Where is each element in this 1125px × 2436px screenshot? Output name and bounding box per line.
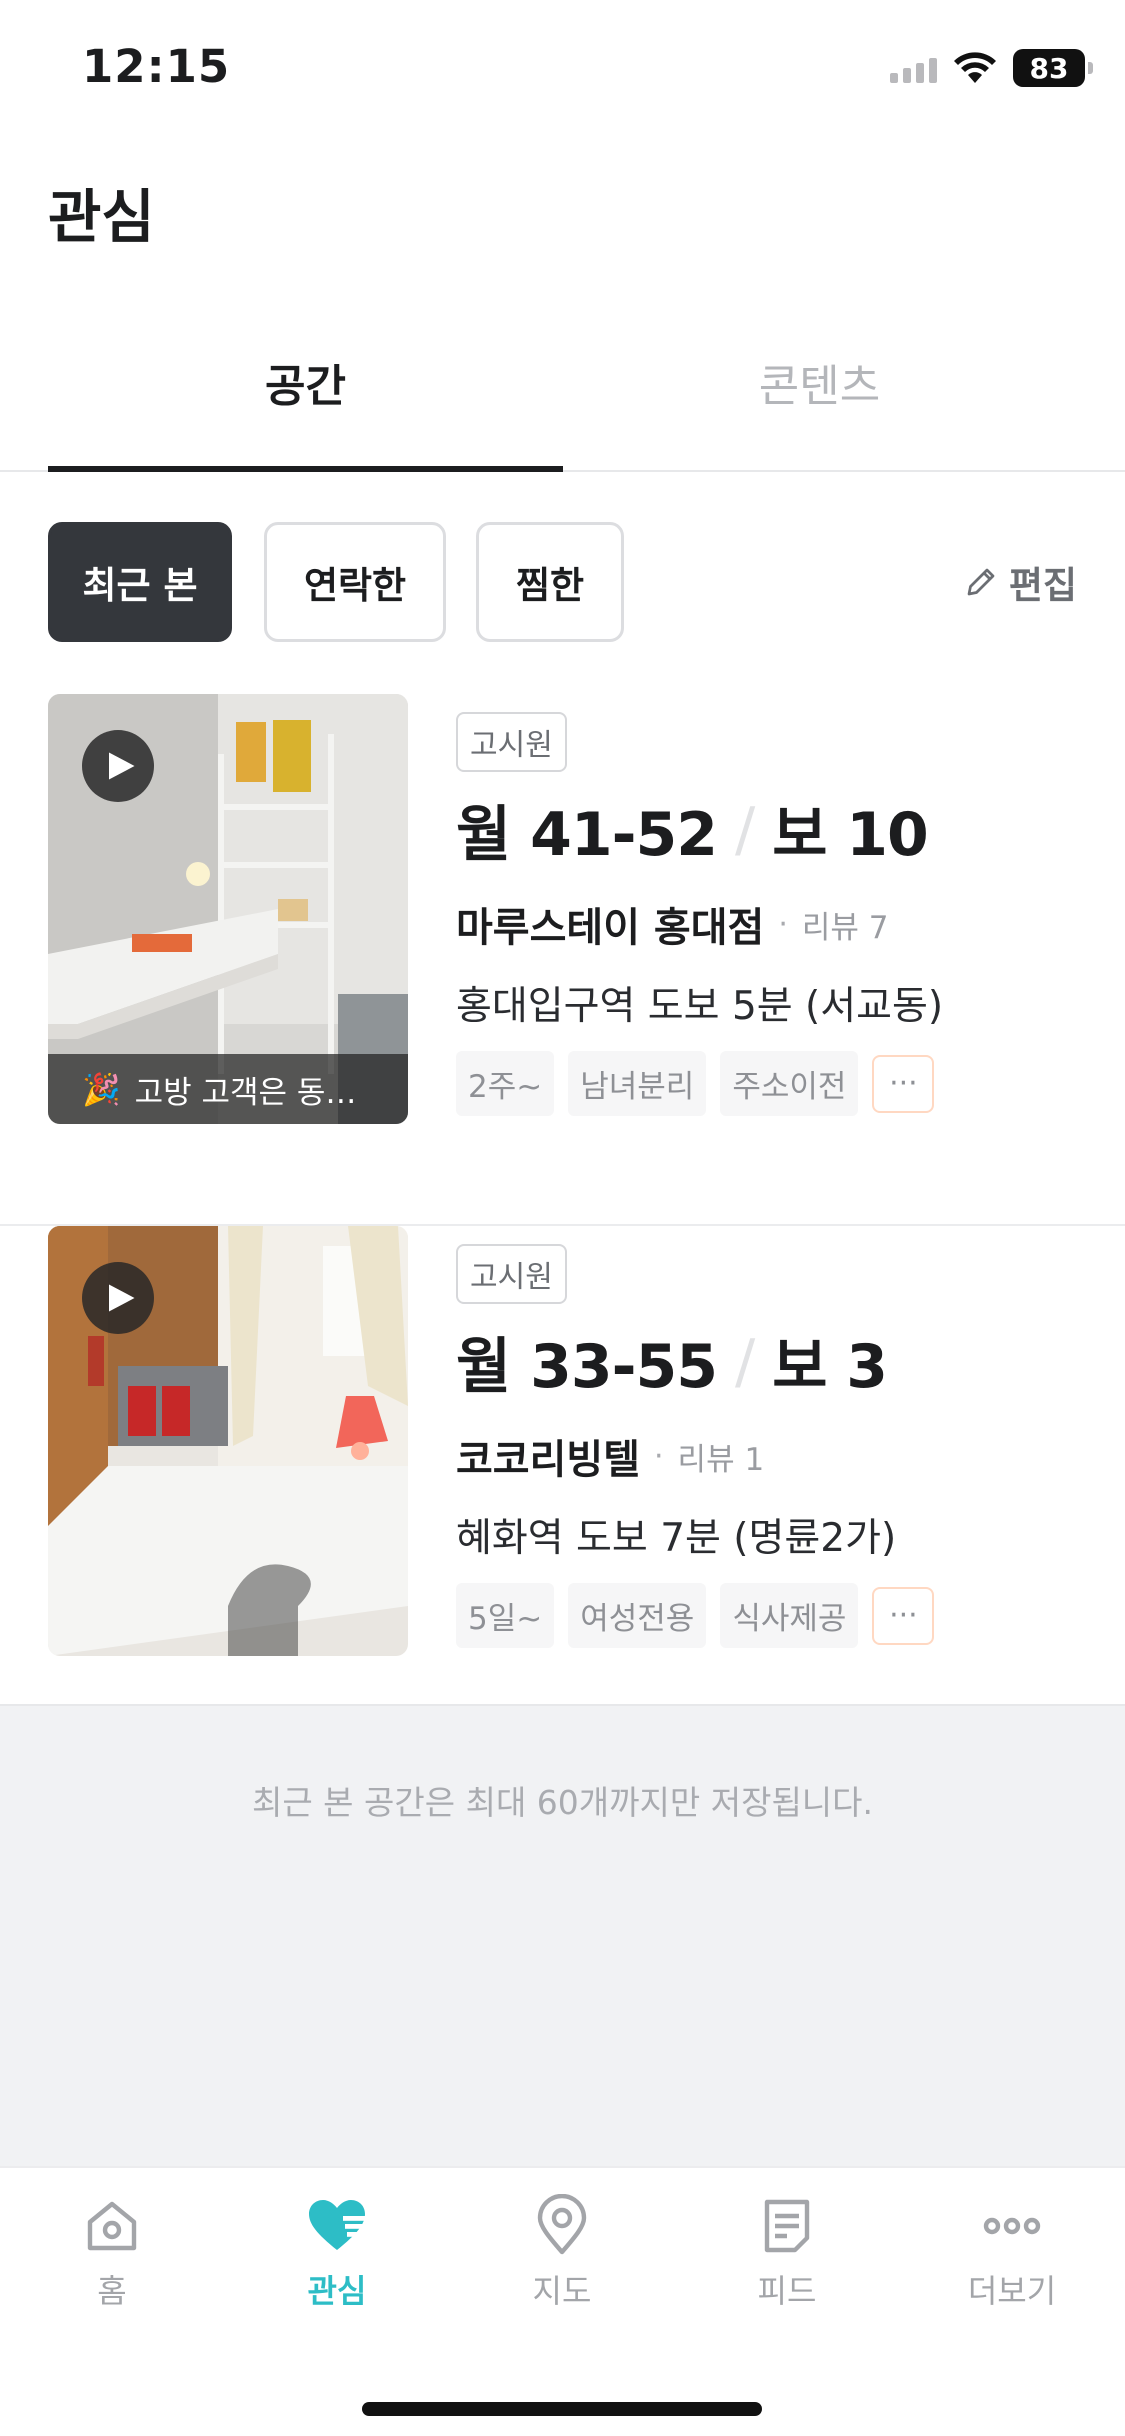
map-pin-icon (537, 2194, 587, 2255)
page-title: 관심 (48, 183, 155, 251)
listing-location: 혜화역 도보 7분 (명륜2가) (456, 1516, 897, 1561)
status-icons: 83 (890, 48, 1093, 88)
type-badge: 고시원 (456, 1244, 567, 1304)
listing-info: 고시원 월 33-55 / 보 3 코코리빙텔 · 리뷰 1 혜화역 도보 7분… (456, 1244, 1096, 1648)
type-badge: 고시원 (456, 712, 567, 772)
filter-chip-contacted[interactable]: 연락한 (264, 522, 446, 642)
listing-thumbnail[interactable]: 🎉 고방 고객은 동… (48, 694, 408, 1124)
more-icon (983, 2217, 1041, 2235)
listing-info: 고시원 월 41-52 / 보 10 마루스테이 홍대점 · 리뷰 7 홍대입구… (456, 712, 1096, 1116)
tag-list: 2주~ 남녀분리 주소이전 ··· (456, 1051, 1096, 1116)
review-count: 리뷰 1 (677, 1441, 765, 1478)
dot-separator: · (778, 906, 788, 942)
notice-area: 최근 본 공간은 최대 60개까지만 저장됩니다. (0, 1704, 1125, 2166)
home-icon (87, 2201, 137, 2251)
thumbnail-caption: 🎉 고방 고객은 동… (48, 1054, 408, 1124)
nav-interest[interactable]: 관심 (267, 2194, 407, 2312)
tag: 식사제공 (720, 1583, 859, 1648)
tag-list: 5일~ 여성전용 식사제공 ··· (456, 1583, 1096, 1648)
nav-label: 지도 (532, 2272, 592, 2310)
caption-text: 고방 고객은 동… (134, 1074, 357, 1111)
more-tags-button[interactable]: ··· (872, 1586, 935, 1645)
nav-label: 관심 (307, 2272, 367, 2310)
rent: 월 33-55 (456, 1332, 718, 1402)
storage-notice: 최근 본 공간은 최대 60개까지만 저장됩니다. (251, 1783, 874, 1822)
filter-chip-saved[interactable]: 찜한 (476, 522, 624, 642)
battery-icon: 83 (1013, 49, 1093, 87)
listing-thumbnail[interactable] (48, 1226, 408, 1656)
name-row: 코코리빙텔 · 리뷰 1 (456, 1427, 1096, 1485)
home-indicator (362, 2402, 762, 2416)
pencil-icon (967, 568, 995, 596)
nav-map[interactable]: 지도 (492, 2194, 632, 2312)
more-tags-button[interactable]: ··· (872, 1054, 935, 1113)
tag: 주소이전 (720, 1051, 859, 1116)
tag: 2주~ (456, 1051, 555, 1116)
listing-name: 마루스테이 홍대점 (456, 905, 765, 951)
play-button[interactable] (82, 1262, 154, 1334)
status-bar: 12:15 83 (0, 0, 1125, 140)
nav-home[interactable]: 홈 (42, 2194, 182, 2312)
edit-label: 편집 (1008, 564, 1077, 607)
review-count: 리뷰 7 (801, 909, 889, 946)
tab-contents[interactable]: 콘텐츠 (562, 350, 1077, 414)
feed-icon (764, 2199, 810, 2253)
price: 월 41-52 / 보 10 (456, 786, 1096, 873)
wifi-icon (954, 52, 996, 83)
nav-more[interactable]: 더보기 (942, 2194, 1082, 2312)
tab-indicator (48, 466, 563, 472)
cellular-signal-icon (890, 53, 937, 83)
tab-bar: 공간 콘텐츠 (0, 320, 1125, 472)
deposit: 보 10 (772, 800, 929, 870)
listing-location: 홍대입구역 도보 5분 (서교동) (456, 984, 944, 1029)
price-separator: / (734, 794, 755, 865)
listing-name: 코코리빙텔 (456, 1437, 640, 1483)
play-button[interactable] (82, 730, 154, 802)
play-icon (109, 752, 135, 780)
bottom-nav: 홈 관심 지도 피드 더보기 (0, 2166, 1125, 2436)
status-time: 12:15 (82, 40, 231, 93)
filter-chip-recent[interactable]: 최근 본 (48, 522, 232, 642)
nav-label: 더보기 (967, 2272, 1057, 2310)
nav-label: 피드 (757, 2272, 817, 2310)
tab-spaces[interactable]: 공간 (48, 350, 563, 414)
nav-label: 홈 (97, 2272, 127, 2310)
tag: 남녀분리 (568, 1051, 707, 1116)
heart-icon (309, 2200, 365, 2250)
rent: 월 41-52 (456, 800, 718, 870)
deposit: 보 3 (772, 1332, 888, 1402)
listing-card[interactable]: 고시원 월 33-55 / 보 3 코코리빙텔 · 리뷰 1 혜화역 도보 7분… (0, 1226, 1125, 1758)
name-row: 마루스테이 홍대점 · 리뷰 7 (456, 895, 1096, 953)
edit-button[interactable]: 편집 (963, 555, 1077, 609)
party-icon: 🎉 (82, 1071, 121, 1108)
tag: 여성전용 (568, 1583, 707, 1648)
tag: 5일~ (456, 1583, 555, 1648)
dot-separator: · (654, 1438, 664, 1474)
listing-card[interactable]: 🎉 고방 고객은 동… 고시원 월 41-52 / 보 10 마루스테이 홍대점… (0, 694, 1125, 1226)
play-icon (109, 1284, 135, 1312)
price: 월 33-55 / 보 3 (456, 1318, 1096, 1405)
nav-feed[interactable]: 피드 (717, 2194, 857, 2312)
price-separator: / (734, 1326, 755, 1397)
